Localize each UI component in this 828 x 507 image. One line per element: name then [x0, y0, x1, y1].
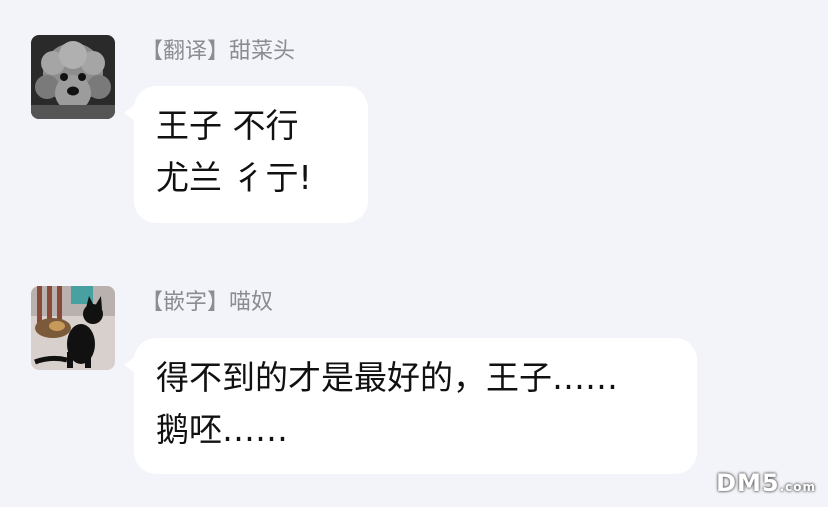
site-watermark: DM5.com	[716, 469, 816, 497]
avatar[interactable]	[31, 286, 115, 370]
message-line: 鹅呸……	[156, 410, 288, 449]
watermark-suffix: .com	[779, 480, 816, 494]
message-line: 得不到的才是最好的，王子……	[156, 358, 618, 397]
message-bubble[interactable]: 得不到的才是最好的，王子…… 鹅呸……	[134, 338, 697, 474]
black-cat-photo-icon	[31, 286, 115, 370]
sender-name: 【翻译】甜菜头	[141, 39, 296, 64]
message-bubble[interactable]: 王子 不行 尤兰 彳亍!	[134, 86, 368, 223]
message-line: 王子 不行	[156, 106, 299, 145]
message-line: 尤兰 彳亍!	[156, 158, 312, 197]
poodle-dog-photo-icon	[31, 35, 115, 119]
avatar[interactable]	[31, 35, 115, 119]
watermark-brand: DM5	[716, 469, 780, 497]
sender-name: 【嵌字】喵奴	[141, 290, 274, 315]
